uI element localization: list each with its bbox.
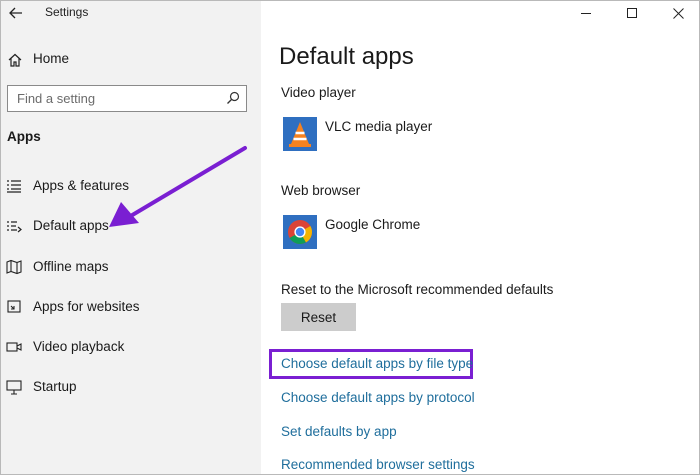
reset-button[interactable]: Reset bbox=[281, 303, 356, 331]
reset-label: Reset to the Microsoft recommended defau… bbox=[281, 282, 554, 297]
title-bar: Settings bbox=[1, 1, 261, 29]
sidebar-item-label: Offline maps bbox=[33, 259, 109, 274]
web-browser-choice[interactable]: Google Chrome bbox=[283, 215, 543, 251]
minimize-icon bbox=[580, 12, 591, 14]
sidebar-item-label: Startup bbox=[33, 379, 77, 394]
sidebar-item-apps-for-websites[interactable]: Apps for websites bbox=[1, 293, 261, 321]
sidebar-item-offline-maps[interactable]: Offline maps bbox=[1, 253, 261, 281]
video-player-label: Video player bbox=[281, 85, 356, 100]
home-icon bbox=[8, 53, 22, 67]
maximize-button[interactable] bbox=[609, 1, 655, 25]
map-icon bbox=[6, 259, 22, 275]
close-icon bbox=[672, 7, 684, 19]
video-icon bbox=[6, 342, 22, 352]
link-set-defaults-by-app[interactable]: Set defaults by app bbox=[281, 424, 397, 439]
video-player-choice[interactable]: VLC media player bbox=[283, 117, 543, 153]
minimize-button[interactable] bbox=[563, 1, 609, 25]
sidebar-item-label: Default apps bbox=[33, 218, 109, 233]
sidebar-item-label: Apps for websites bbox=[33, 299, 140, 314]
nav-home[interactable]: Home bbox=[1, 46, 261, 72]
sidebar-item-startup[interactable]: Startup bbox=[1, 373, 261, 401]
link-recommended-browser-settings[interactable]: Recommended browser settings bbox=[281, 457, 475, 472]
close-button[interactable] bbox=[655, 1, 699, 25]
maximize-icon bbox=[626, 7, 637, 18]
nav-home-label: Home bbox=[33, 51, 70, 66]
vlc-icon bbox=[283, 117, 317, 151]
back-arrow-icon bbox=[9, 7, 22, 19]
window-controls bbox=[563, 1, 699, 25]
section-label-apps: Apps bbox=[7, 129, 41, 144]
sidebar-item-video-playback[interactable]: Video playback bbox=[1, 333, 261, 361]
startup-icon bbox=[6, 380, 22, 395]
web-browser-app-name: Google Chrome bbox=[325, 217, 421, 232]
link-default-apps-by-protocol[interactable]: Choose default apps by protocol bbox=[281, 390, 475, 405]
back-button[interactable] bbox=[5, 3, 27, 23]
sidebar-item-label: Video playback bbox=[33, 339, 125, 354]
main-content: Default apps Video player VLC media play… bbox=[261, 1, 699, 474]
list-icon bbox=[7, 180, 21, 193]
web-browser-label: Web browser bbox=[281, 183, 361, 198]
window-title: Settings bbox=[45, 5, 89, 19]
settings-window: Settings Home Apps Apps & features bbox=[0, 0, 700, 475]
search-box bbox=[7, 85, 247, 112]
video-player-app-name: VLC media player bbox=[325, 119, 433, 134]
search-icon[interactable] bbox=[226, 91, 240, 105]
search-input[interactable] bbox=[8, 87, 218, 110]
page-title: Default apps bbox=[279, 43, 414, 70]
default-apps-icon bbox=[7, 221, 22, 233]
chrome-icon bbox=[283, 215, 317, 249]
link-default-apps-by-file-type[interactable]: Choose default apps by file type bbox=[281, 356, 473, 371]
annotation-arrow-icon bbox=[109, 146, 247, 227]
sidebar: Settings Home Apps Apps & features bbox=[1, 1, 261, 474]
website-icon bbox=[7, 300, 21, 313]
